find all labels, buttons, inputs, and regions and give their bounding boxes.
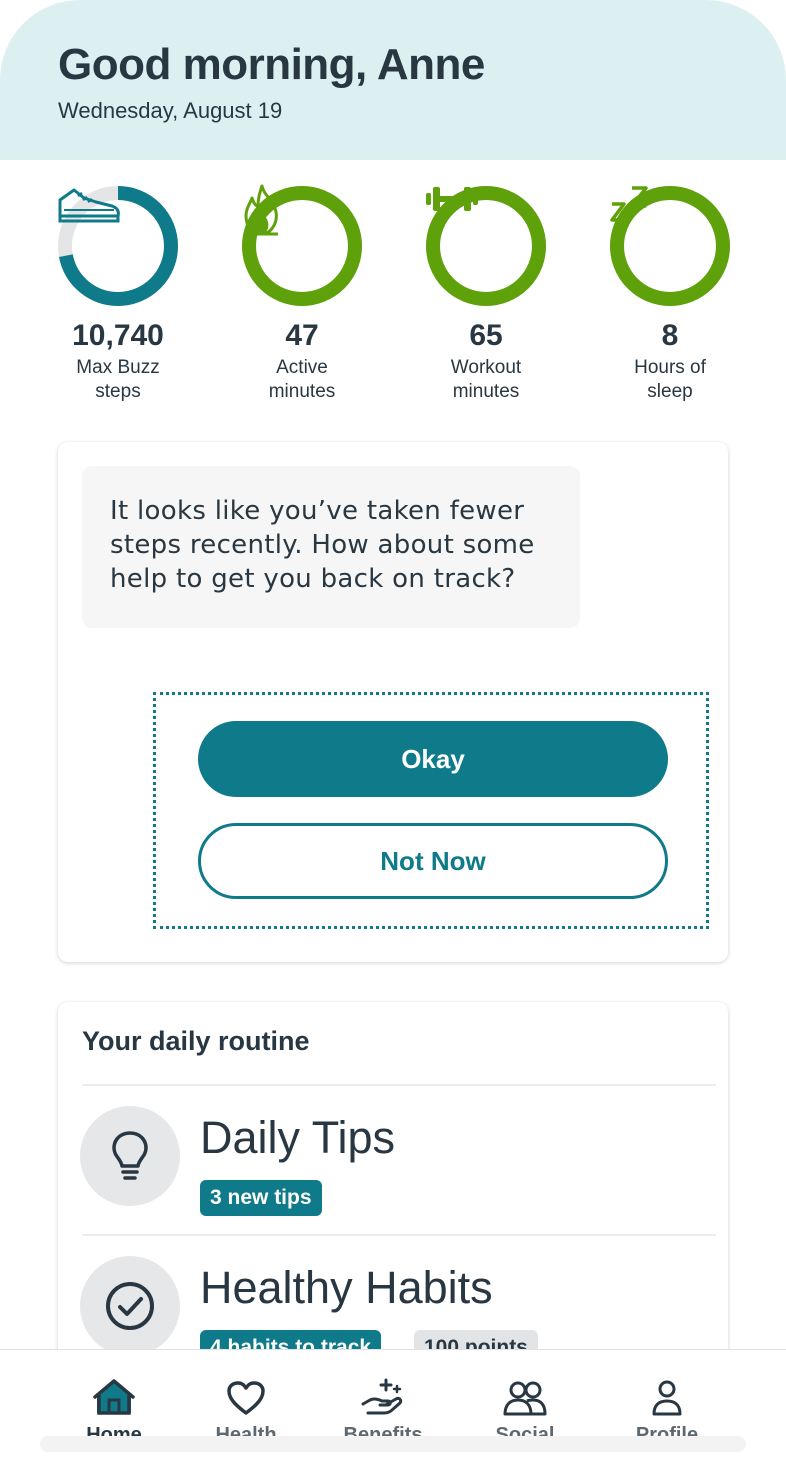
hand-sparkle-icon [323, 1374, 443, 1416]
home-indicator [40, 1436, 746, 1452]
stat-workout-minutes[interactable]: 65 Workout minutes [406, 184, 566, 404]
routine-item-daily-tips[interactable]: Daily Tips 3 new tips [80, 1106, 720, 1226]
divider [82, 1084, 716, 1086]
nudge-card: It looks like you’ve taken fewer steps r… [58, 442, 728, 962]
daily-routine-card: Your daily routine Daily Tips 3 new tips… [58, 1002, 728, 1402]
date-subtitle: Wednesday, August 19 [58, 98, 283, 123]
stat-active-minutes[interactable]: 47 Active minutes [222, 184, 382, 404]
sleep-icon [608, 184, 732, 308]
new-tips-badge: 3 new tips [200, 1180, 322, 1216]
heart-icon [186, 1374, 306, 1416]
not-now-button[interactable]: Not Now [198, 823, 668, 899]
progress-ring [424, 184, 548, 308]
header: Good morning, Anne Wednesday, August 19 [0, 0, 786, 160]
routine-item-name: Daily Tips [200, 1112, 396, 1163]
dumbbell-icon [424, 184, 548, 308]
divider [82, 1234, 716, 1236]
progress-ring [240, 184, 364, 308]
routine-item-name: Healthy Habits [200, 1262, 493, 1313]
person-icon [607, 1374, 727, 1416]
progress-ring [608, 184, 732, 308]
okay-button[interactable]: Okay [198, 721, 668, 797]
stat-label: Workout minutes [450, 357, 522, 402]
stats-row: 10,740 Max Buzzsteps 47 Activeminutes [0, 184, 786, 414]
action-button-group: Okay Not Now [153, 692, 709, 929]
progress-ring [56, 184, 180, 308]
flame-icon [240, 184, 364, 308]
lightbulb-icon [80, 1106, 180, 1206]
home-icon [54, 1374, 174, 1416]
shoe-icon [56, 184, 180, 308]
greeting-title: Good morning, Anne [58, 40, 485, 89]
stat-sleep[interactable]: 8 Hours of sleep [590, 184, 750, 404]
stat-value: 10,740 [72, 319, 164, 352]
stat-label: Hours of sleep [634, 357, 706, 402]
routine-title: Your daily routine [82, 1026, 310, 1056]
stat-value: 8 [661, 319, 679, 352]
stat-label: Active minutes [268, 357, 336, 402]
stat-steps[interactable]: 10,740 Max Buzz steps [38, 184, 198, 404]
stat-value: 65 [469, 319, 503, 352]
stat-value: 47 [285, 319, 319, 352]
nudge-message: It looks like you’ve taken fewer steps r… [82, 466, 580, 628]
stat-label: Max Buzz steps [76, 357, 160, 402]
people-icon [465, 1374, 585, 1416]
check-circle-icon [80, 1256, 180, 1356]
